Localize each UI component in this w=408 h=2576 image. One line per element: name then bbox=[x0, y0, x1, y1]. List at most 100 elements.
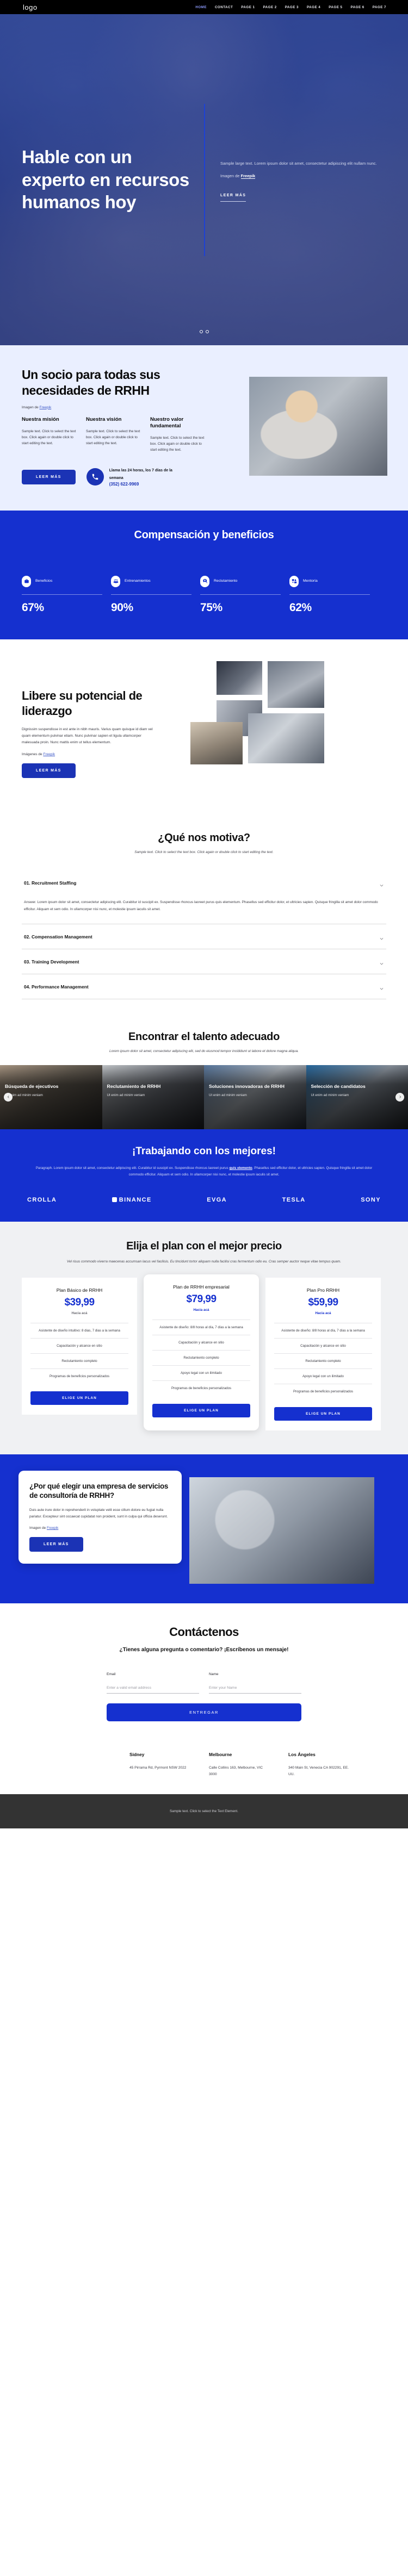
why-section: ¿Por qué elegir una empresa de servicios… bbox=[0, 1454, 408, 1603]
talent-card-1[interactable]: Búsqueda de ejecutivos Ut enim ad minim … bbox=[0, 1065, 102, 1129]
plan-period: Hacia acá bbox=[315, 1311, 331, 1315]
why-title: ¿Por qué elegir una empresa de servicios… bbox=[29, 1482, 169, 1500]
carousel-next-button[interactable] bbox=[395, 1092, 404, 1102]
stat-head: Beneficios bbox=[22, 573, 102, 589]
partner-column-vision: Nuestra visión Sample text. Click to sel… bbox=[86, 416, 143, 453]
chevron-down-icon[interactable] bbox=[379, 934, 384, 941]
name-input[interactable] bbox=[209, 1683, 301, 1694]
faq-item-title: 02. Compensation Management bbox=[24, 934, 92, 939]
hero-credit-link[interactable]: Freepik bbox=[240, 173, 256, 179]
brands-body-part1: Paragraph. Lorem ipsum dolor sit amet, c… bbox=[35, 1166, 230, 1170]
contact-submit-button[interactable]: ENTREGAR bbox=[107, 1703, 301, 1721]
plan-feature: Capacitación y alcance en sitio bbox=[152, 1335, 250, 1350]
why-credit-link[interactable]: Freepik bbox=[47, 1526, 58, 1530]
nav-link-page-5[interactable]: PAGE 5 bbox=[329, 5, 342, 9]
plan-feature: Reclutamiento completo bbox=[152, 1350, 250, 1365]
partner-cta-row: LEER MÁS Llama las 24 horas, los 7 días … bbox=[22, 467, 218, 487]
why-inner: ¿Por qué elegir una empresa de servicios… bbox=[0, 1470, 408, 1584]
pricing-section: Elija el plan con el mejor precio Vel ri… bbox=[0, 1221, 408, 1454]
stats-title: Compensación y beneficios bbox=[134, 529, 274, 542]
faq-item-3: 03. Training Development bbox=[22, 949, 386, 974]
pricing-plans: Plan Básico de RRHH $39,99 Hacia acá Asi… bbox=[22, 1274, 386, 1430]
brand-logo-crolla: CROLLA bbox=[27, 1196, 57, 1203]
hero-content: Hable con un experto en recursos humanos… bbox=[0, 14, 408, 345]
hero-section: Hable con un experto en recursos humanos… bbox=[0, 14, 408, 345]
stat-divider bbox=[200, 594, 281, 595]
faq-item-header[interactable]: 04. Performance Management bbox=[22, 974, 386, 999]
nav-link-page-1[interactable]: PAGE 1 bbox=[241, 5, 255, 9]
faq-item-header[interactable]: 01. Recruitment Staffing bbox=[22, 870, 386, 895]
faq-title: ¿Qué nos motiva? bbox=[158, 832, 250, 844]
partner-column-title: Nuestra misión bbox=[22, 416, 59, 422]
plan-select-button[interactable]: ELIGE UN PLAN bbox=[30, 1391, 128, 1405]
nav-link-page-3[interactable]: PAGE 3 bbox=[285, 5, 299, 9]
stat-label: Beneficios bbox=[35, 578, 53, 583]
hero-read-more-button[interactable]: LEER MÁS bbox=[220, 194, 246, 202]
partner-credit-link[interactable]: Freepik bbox=[40, 406, 52, 409]
partner-read-more-button[interactable]: LEER MÁS bbox=[22, 469, 76, 484]
partner-phone-number[interactable]: (352) 622-9969 bbox=[109, 482, 181, 487]
carousel-prev-button[interactable] bbox=[4, 1092, 13, 1102]
talent-title: Encontrar el talento adecuado bbox=[128, 1030, 280, 1043]
why-image-credit: Imagen de Freepik bbox=[29, 1525, 171, 1532]
talent-card-2[interactable]: Reclutamiento de RRHH Ut enim ad minim v… bbox=[102, 1065, 204, 1129]
faq-item-title: 01. Recruitment Staffing bbox=[24, 880, 77, 886]
binance-mark-icon bbox=[112, 1197, 117, 1203]
name-field-group: Name bbox=[209, 1672, 301, 1694]
contact-form-row: Email Name bbox=[22, 1672, 386, 1694]
pricing-subtitle: Vel risus commodo viverra maecenas accum… bbox=[66, 1259, 342, 1264]
hero-dot-2[interactable] bbox=[205, 330, 209, 333]
leadership-read-more-button[interactable]: LEER MÁS bbox=[22, 763, 76, 779]
partner-column-body: Sample text. Click to select the text bo… bbox=[86, 429, 140, 446]
page-root: logo HOME CONTACT PAGE 1 PAGE 2 PAGE 3 P… bbox=[0, 0, 408, 1828]
faq-item-body: Answer. Lorem ipsum dolor sit amet, cons… bbox=[22, 895, 386, 924]
chevron-down-icon[interactable] bbox=[379, 959, 384, 966]
people-icon bbox=[111, 575, 120, 587]
faq-item-header[interactable]: 02. Compensation Management bbox=[22, 924, 386, 949]
why-read-more-button[interactable]: LEER MÁS bbox=[29, 1537, 83, 1552]
faq-item-4: 04. Performance Management bbox=[22, 974, 386, 999]
faq-item-2: 02. Compensation Management bbox=[22, 924, 386, 949]
nav-link-page-6[interactable]: PAGE 6 bbox=[351, 5, 364, 9]
hero-dot-1[interactable] bbox=[199, 330, 203, 333]
nav-link-contact[interactable]: CONTACT bbox=[215, 5, 233, 9]
faq-subtitle: Sample text. Click to select the text bo… bbox=[134, 850, 274, 855]
gallery-photo-2 bbox=[268, 661, 324, 708]
brand-logo-binance: BINANCE bbox=[112, 1197, 152, 1203]
pricing-plan-basic: Plan Básico de RRHH $39,99 Hacia acá Asi… bbox=[22, 1277, 137, 1415]
email-input[interactable] bbox=[107, 1683, 199, 1694]
contact-section: Contáctenos ¿Tienes alguna pregunta o co… bbox=[0, 1603, 408, 1794]
talent-card-4[interactable]: Selección de candidatos Ut enim ad minim… bbox=[306, 1065, 408, 1129]
brands-body-link[interactable]: quis elemento bbox=[229, 1166, 252, 1170]
leadership-text: Libere su potencial de liderazgo Digniss… bbox=[22, 661, 159, 786]
leadership-image-credit: Imágenes de Freepik bbox=[22, 752, 159, 756]
faq-item-header[interactable]: 03. Training Development bbox=[22, 949, 386, 974]
talent-card-title: Reclutamiento de RRHH bbox=[107, 1083, 161, 1089]
faq-section: ¿Qué nos motiva? Sample text. Click to s… bbox=[0, 812, 408, 1016]
stat-value: 90% bbox=[111, 601, 133, 614]
partner-phone-note: Llama las 24 horas, los 7 días de la sem… bbox=[109, 469, 172, 480]
partner-image-credit: Imagen de Freepik bbox=[22, 406, 218, 409]
leadership-credit-link[interactable]: Freepik bbox=[43, 752, 55, 756]
plan-feature: Apoyo legal con un ilimitado bbox=[274, 1368, 372, 1384]
chevron-down-icon[interactable] bbox=[379, 984, 384, 991]
faq-item-title: 04. Performance Management bbox=[24, 984, 89, 990]
talent-card-3[interactable]: Soluciones innovadoras de RRHH Ut enim a… bbox=[204, 1065, 306, 1129]
office-melbourne: Melbourne Calle Collins 163, Melbourne, … bbox=[209, 1752, 270, 1778]
nav-link-home[interactable]: HOME bbox=[195, 5, 207, 9]
partner-column-title: Nuestra visión bbox=[86, 416, 122, 422]
talent-card-caption: Ut enim ad minim veniam bbox=[5, 1093, 43, 1098]
nav-link-page-2[interactable]: PAGE 2 bbox=[263, 5, 277, 9]
chevron-down-icon[interactable] bbox=[379, 881, 384, 887]
stat-divider bbox=[111, 594, 191, 595]
site-logo[interactable]: logo bbox=[23, 3, 38, 11]
brand-logo-evga: EVGA bbox=[207, 1196, 227, 1203]
search-person-icon bbox=[200, 575, 209, 587]
plan-feature: Reclutamiento completo bbox=[274, 1353, 372, 1368]
nav-link-page-4[interactable]: PAGE 4 bbox=[307, 5, 320, 9]
plan-features: Asistente de diseño: 8/8 horas al día, 7… bbox=[274, 1322, 372, 1399]
leadership-title: Libere su potencial de liderazgo bbox=[22, 689, 143, 718]
plan-select-button[interactable]: ELIGE UN PLAN bbox=[274, 1407, 372, 1421]
nav-link-page-7[interactable]: PAGE 7 bbox=[373, 5, 386, 9]
plan-select-button[interactable]: ELIGE UN PLAN bbox=[152, 1403, 250, 1417]
